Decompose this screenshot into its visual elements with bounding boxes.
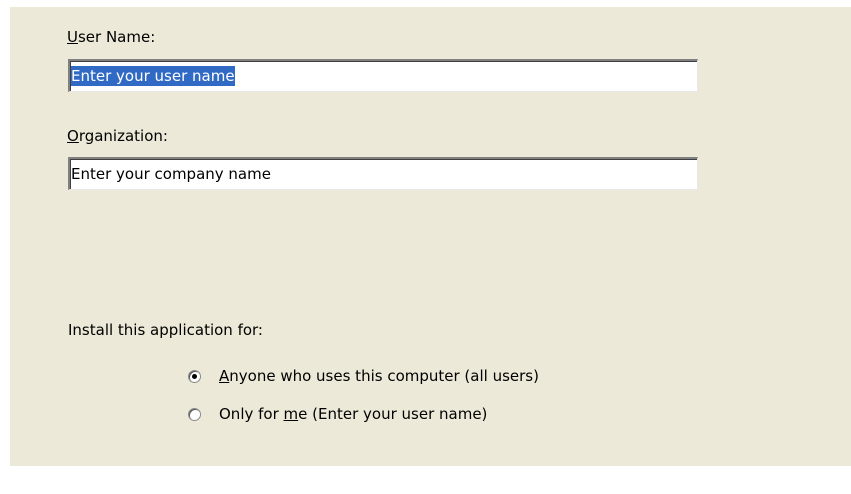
radio-only-me-label: Only for me (Enter your user name) [219,405,488,423]
radio-all-users-button[interactable] [188,369,201,383]
radio-all-users-label: Anyone who uses this computer (all users… [219,367,539,385]
organization-label: Organization: [67,126,168,146]
organization-label-accelerator: O [67,127,79,145]
radio-all-users[interactable]: Anyone who uses this computer (all users… [188,365,539,387]
radio-all-users-accelerator: A [219,367,230,385]
user-name-label: User Name: [67,27,155,47]
install-for-label: Install this application for: [68,321,263,339]
user-name-label-text: ser Name: [77,28,156,46]
radio-selected-dot [192,373,197,379]
radio-only-me-button[interactable] [188,407,201,421]
organization-field[interactable]: Enter your company name [68,157,698,190]
user-name-field[interactable]: Enter your user name [68,59,698,92]
user-name-value: Enter your user name [71,66,235,86]
user-name-label-accelerator: U [67,28,78,46]
organization-label-text: rganization: [78,127,168,145]
organization-value: Enter your company name [71,165,271,183]
user-info-panel: User Name: Enter your user name Organiza… [10,7,851,466]
radio-only-me-accelerator: m [283,405,299,423]
radio-only-me[interactable]: Only for me (Enter your user name) [188,403,487,425]
